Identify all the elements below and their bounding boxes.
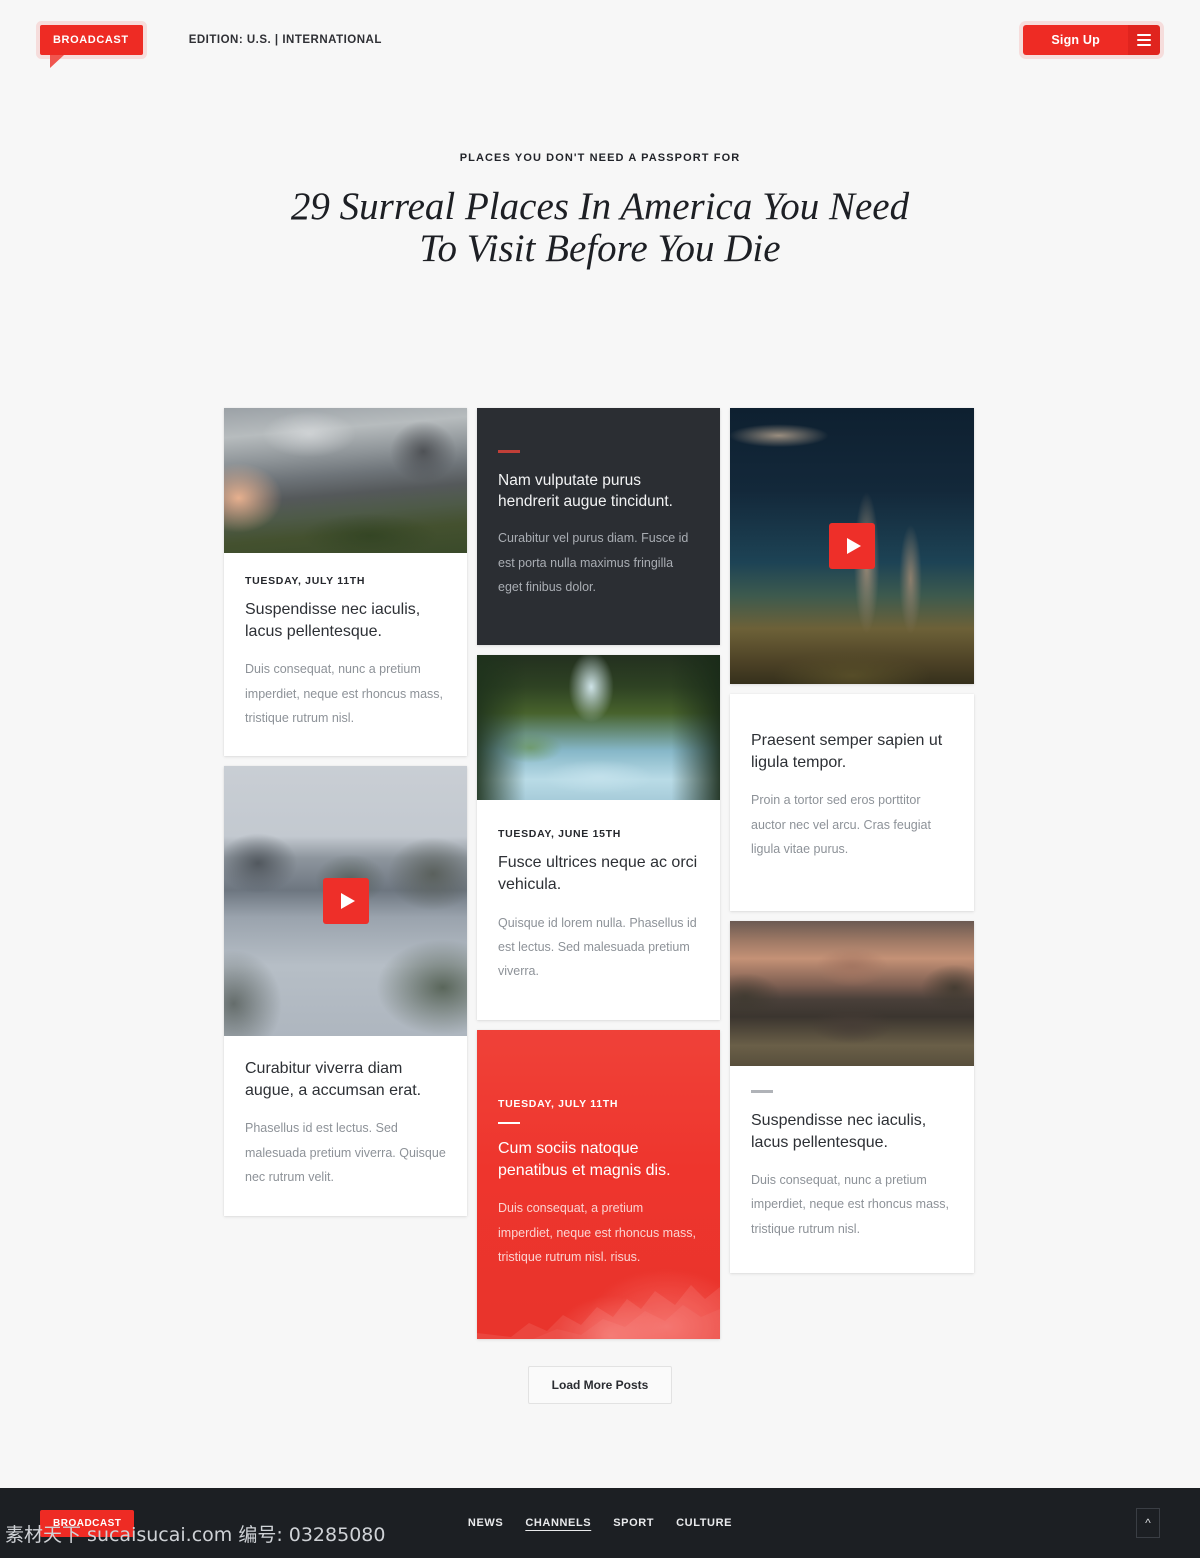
hero-title-line-1: 29 Surreal Places In America You Need bbox=[290, 185, 910, 228]
card-thumbnail[interactable] bbox=[477, 655, 720, 801]
mountain-landscape-image bbox=[224, 408, 467, 553]
card-body: Suspendisse nec iaculis, lacus pellentes… bbox=[730, 1066, 974, 1273]
grid-column-2: Nam vulputate purus hendrerit augue tinc… bbox=[477, 408, 720, 1340]
signup-group: Sign Up bbox=[1023, 25, 1160, 55]
article-card-featured[interactable]: TUESDAY, JULY 11TH Cum sociis natoque pe… bbox=[477, 1029, 720, 1340]
card-excerpt: Proin a tortor sed eros porttitor auctor… bbox=[751, 793, 931, 856]
card-excerpt: Curabitur vel purus diam. Fusce id est p… bbox=[498, 531, 689, 594]
card-title[interactable]: Cum sociis natoque penatibus et magnis d… bbox=[498, 1138, 699, 1182]
card-thumbnail[interactable] bbox=[224, 408, 467, 553]
brand-logo[interactable]: BROADCAST bbox=[40, 25, 143, 68]
card-excerpt: Phasellus id est lectus. Sed malesuada p… bbox=[245, 1121, 446, 1185]
load-more-button[interactable]: Load More Posts bbox=[527, 1366, 673, 1404]
footer-nav-news[interactable]: NEWS bbox=[468, 1517, 503, 1529]
card-body: TUESDAY, JUNE 15TH Fusce ultrices neque … bbox=[477, 800, 720, 1019]
card-excerpt: Duis consequat, nunc a pretium imperdiet… bbox=[751, 1172, 950, 1236]
card-title[interactable]: Suspendisse nec iaculis, lacus pellentes… bbox=[751, 1110, 953, 1154]
card-thumbnail[interactable] bbox=[730, 408, 974, 684]
article-card-dark[interactable]: Nam vulputate purus hendrerit augue tinc… bbox=[477, 408, 720, 646]
card-excerpt: Duis consequat, nunc a pretium imperdiet… bbox=[245, 662, 444, 725]
card-title[interactable]: Nam vulputate purus hendrerit augue tinc… bbox=[498, 470, 699, 513]
article-card[interactable]: TUESDAY, JUNE 15TH Fusce ultrices neque … bbox=[477, 655, 720, 1020]
card-body: Curabitur viverra diam augue, a accumsan… bbox=[224, 1036, 467, 1215]
load-more-section: Load More Posts bbox=[0, 1366, 1200, 1404]
edition-selector[interactable]: EDITION: U.S. | INTERNATIONAL bbox=[189, 34, 382, 46]
hamburger-line bbox=[1137, 39, 1151, 41]
hero-kicker: PLACES YOU DON'T NEED A PASSPORT FOR bbox=[459, 152, 741, 164]
card-date: TUESDAY, JUNE 15TH bbox=[498, 828, 622, 841]
card-title[interactable]: Suspendisse nec iaculis, lacus pellentes… bbox=[245, 599, 446, 643]
hero-section: PLACES YOU DON'T NEED A PASSPORT FOR 29 … bbox=[0, 80, 1200, 270]
card-date: TUESDAY, JULY 11TH bbox=[245, 575, 366, 587]
card-thumbnail[interactable] bbox=[224, 766, 467, 1037]
play-button-icon[interactable] bbox=[322, 878, 369, 925]
article-card[interactable]: Suspendisse nec iaculis, lacus pellentes… bbox=[730, 921, 974, 1274]
footer-nav-sport[interactable]: SPORT bbox=[613, 1517, 654, 1529]
play-button-icon[interactable] bbox=[829, 523, 875, 569]
footer-nav-channels[interactable]: CHANNELS bbox=[525, 1517, 591, 1529]
accent-dash-icon bbox=[751, 1090, 773, 1093]
footer-nav-culture[interactable]: CULTURE bbox=[676, 1517, 732, 1529]
grid-column-1: TUESDAY, JULY 11TH Suspendisse nec iacul… bbox=[224, 408, 467, 1216]
article-card[interactable]: TUESDAY, JULY 11TH Suspendisse nec iacul… bbox=[224, 408, 467, 757]
card-date: TUESDAY, JULY 11TH bbox=[498, 1097, 619, 1110]
card-title[interactable]: Fusce ultrices neque ac orci vehicula. bbox=[498, 852, 699, 896]
accent-dash-icon bbox=[498, 1121, 520, 1125]
card-body: Nam vulputate purus hendrerit augue tinc… bbox=[477, 408, 720, 645]
page-title: 29 Surreal Places In America You Need To… bbox=[0, 185, 1200, 271]
site-header: BROADCAST EDITION: U.S. | INTERNATIONAL … bbox=[0, 0, 1200, 80]
waterfall-image bbox=[477, 655, 720, 801]
sunset-lake-reflection-image bbox=[730, 921, 974, 1067]
card-excerpt: Duis consequat, a pretium imperdiet, neq… bbox=[498, 1201, 697, 1265]
card-thumbnail[interactable] bbox=[730, 921, 974, 1067]
article-card-video[interactable] bbox=[730, 408, 974, 684]
hero-title-line-2: To Visit Before You Die bbox=[419, 227, 781, 271]
accent-dash-icon bbox=[498, 450, 520, 453]
grid-column-3: Praesent semper sapien ut ligula tempor.… bbox=[730, 408, 974, 1274]
hamburger-menu-icon[interactable] bbox=[1128, 25, 1160, 55]
article-grid: TUESDAY, JULY 11TH Suspendisse nec iacul… bbox=[224, 408, 974, 1340]
card-body: TUESDAY, JULY 11TH Cum sociis natoque pe… bbox=[477, 1030, 720, 1340]
article-card-video[interactable]: Curabitur viverra diam augue, a accumsan… bbox=[224, 766, 467, 1216]
card-excerpt: Quisque id lorem nulla. Phasellus id est… bbox=[498, 915, 697, 979]
site-footer: BROADCAST NEWS CHANNELS SPORT CULTURE ^ bbox=[0, 1488, 1200, 1558]
footer-nav: NEWS CHANNELS SPORT CULTURE bbox=[0, 1517, 1200, 1529]
hamburger-line bbox=[1137, 34, 1151, 36]
card-title[interactable]: Praesent semper sapien ut ligula tempor. bbox=[751, 730, 953, 774]
card-body: TUESDAY, JULY 11TH Suspendisse nec iacul… bbox=[224, 553, 467, 756]
signup-button[interactable]: Sign Up bbox=[1023, 25, 1128, 55]
card-title[interactable]: Curabitur viverra diam augue, a accumsan… bbox=[245, 1058, 446, 1102]
hamburger-line bbox=[1137, 44, 1151, 46]
article-card[interactable]: Praesent semper sapien ut ligula tempor.… bbox=[730, 694, 974, 912]
card-body: Praesent semper sapien ut ligula tempor.… bbox=[730, 694, 974, 911]
header-actions: Sign Up bbox=[1023, 25, 1160, 55]
